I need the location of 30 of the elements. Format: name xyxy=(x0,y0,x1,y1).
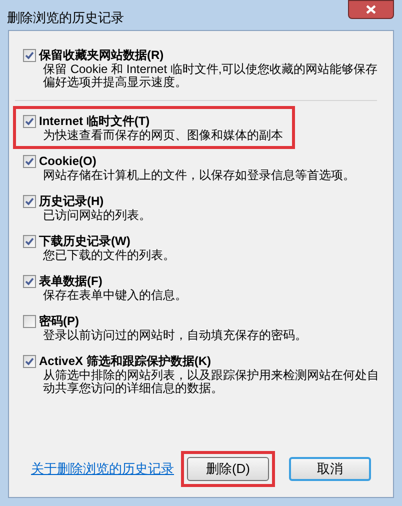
option-description: 保留 Cookie 和 Internet 临时文件,可以使您收藏的网站能够保存偏好选项并提高显示速度。 xyxy=(43,63,379,89)
option-label[interactable]: 保留收藏夹网站数据(R) xyxy=(39,47,383,63)
option-description: 已访问网站的列表。 xyxy=(43,209,152,222)
checkbox[interactable] xyxy=(23,275,36,288)
checkbox[interactable] xyxy=(23,155,36,168)
checkbox[interactable] xyxy=(23,49,36,62)
option-description: 登录以前访问过的网站时，自动填充保存的密码。 xyxy=(43,329,308,342)
checkbox[interactable] xyxy=(23,195,36,208)
option-description: 网站存储在计算机上的文件，以保存如登录信息等首选项。 xyxy=(43,169,356,182)
checkbox[interactable] xyxy=(23,315,36,328)
close-button[interactable] xyxy=(348,0,394,19)
close-icon xyxy=(366,5,376,14)
dialog-button[interactable]: 取消 xyxy=(289,456,371,481)
checkbox[interactable] xyxy=(23,115,36,128)
option-label[interactable]: 下载历史记录(W) xyxy=(39,233,383,249)
option-label[interactable]: Cookie(O) xyxy=(39,153,383,169)
option-description: 保存在表单中键入的信息。 xyxy=(43,289,188,302)
option-label[interactable]: 历史记录(H) xyxy=(39,193,383,209)
help-link[interactable]: 关于删除浏览的历史记录 xyxy=(31,459,174,479)
option-label[interactable]: 密码(P) xyxy=(39,313,383,329)
window-title: 删除浏览的历史记录 xyxy=(7,9,124,27)
option-label[interactable]: 表单数据(F) xyxy=(39,273,383,289)
option-description: 您已下载的文件的列表。 xyxy=(43,249,176,262)
option-description: 从筛选中排除的网站列表，以及跟踪保护用来检测网站在何处自动共享您访问的详细信息的数据。 xyxy=(43,369,380,395)
option-description: 为快速查看而保存的网页、图像和媒体的副本 xyxy=(43,129,284,142)
checkbox[interactable] xyxy=(23,235,36,248)
option-label[interactable]: ActiveX 筛选和跟踪保护数据(K) xyxy=(39,353,383,369)
dialog-button[interactable]: 删除(D) xyxy=(187,456,269,481)
option-label[interactable]: Internet 临时文件(T) xyxy=(39,113,383,129)
checkbox[interactable] xyxy=(23,355,36,368)
